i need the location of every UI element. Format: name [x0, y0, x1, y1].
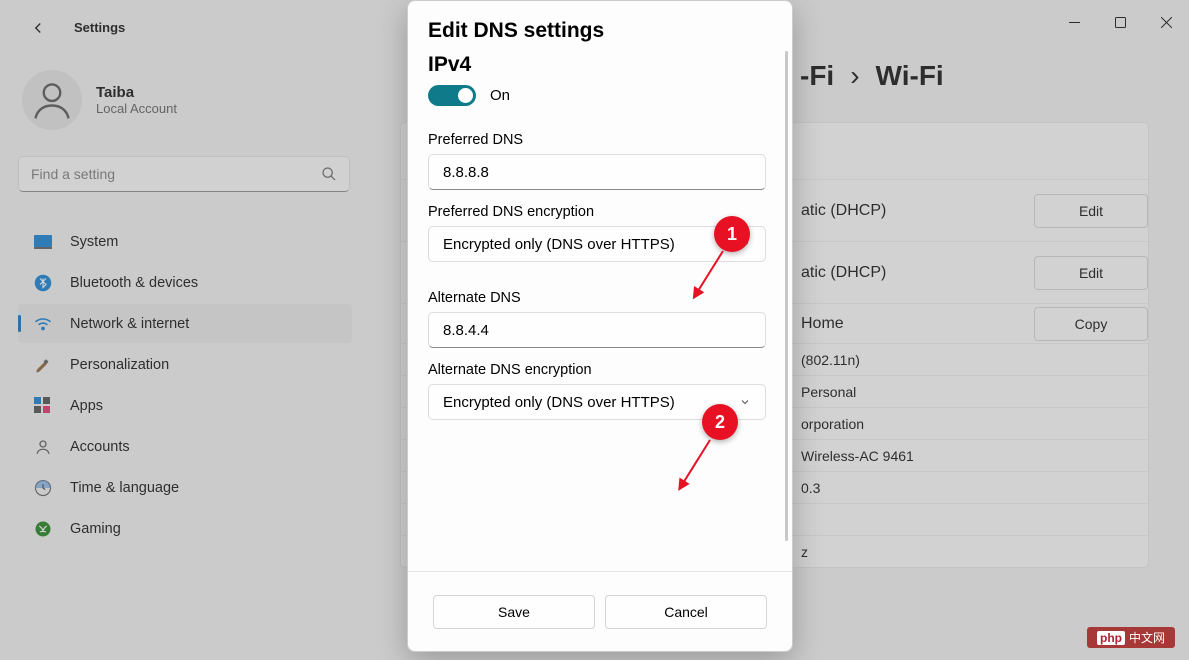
annotation-badge-2: 2 [702, 404, 738, 440]
select-value: Encrypted only (DNS over HTTPS) [443, 394, 675, 411]
toggle-knob [458, 88, 473, 103]
cancel-button[interactable]: Cancel [605, 595, 767, 629]
toggle-row: On [428, 85, 758, 106]
field-label: Alternate DNS [428, 290, 758, 306]
preferred-dns-input[interactable] [428, 154, 766, 190]
dialog-body: Edit DNS settings IPv4 On Preferred DNS … [408, 1, 792, 571]
select-value: Encrypted only (DNS over HTTPS) [443, 236, 675, 253]
field-label: Preferred DNS encryption [428, 204, 758, 220]
alternate-dns-input[interactable] [428, 312, 766, 348]
preferred-dns-group: Preferred DNS [428, 132, 758, 190]
field-label: Preferred DNS [428, 132, 758, 148]
dialog-subtitle: IPv4 [428, 53, 758, 77]
watermark: phpphp中文网中文网 [1087, 627, 1175, 648]
save-button[interactable]: Save [433, 595, 595, 629]
dns-settings-dialog: Edit DNS settings IPv4 On Preferred DNS … [407, 0, 793, 652]
ipv4-toggle[interactable] [428, 85, 476, 106]
alternate-dns-group: Alternate DNS [428, 290, 758, 348]
scrollbar[interactable] [785, 51, 788, 541]
annotation-badge-1: 1 [714, 216, 750, 252]
chevron-down-icon [739, 396, 751, 408]
dialog-footer: Save Cancel [408, 571, 792, 651]
field-label: Alternate DNS encryption [428, 362, 758, 378]
dialog-title: Edit DNS settings [428, 19, 758, 43]
toggle-state-label: On [490, 87, 510, 104]
